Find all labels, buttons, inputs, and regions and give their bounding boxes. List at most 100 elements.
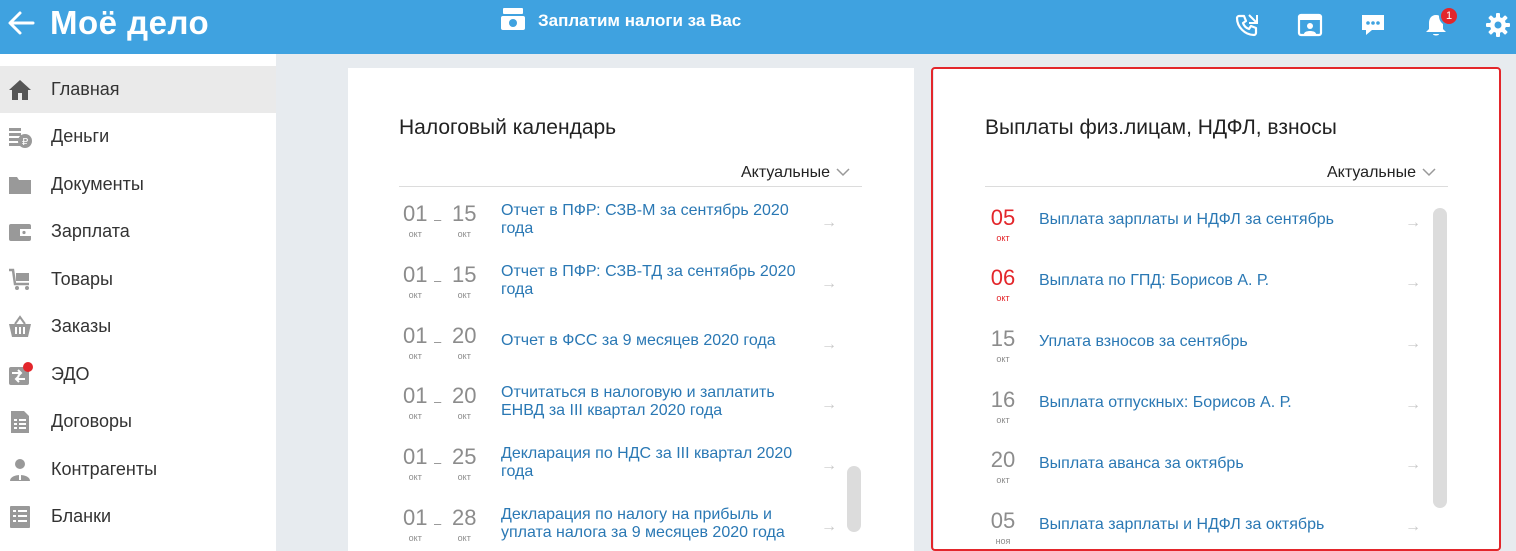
filter-label: Актуальные (741, 164, 830, 181)
arrow-right-icon[interactable]: → (821, 336, 837, 354)
arrow-right-icon[interactable]: → (821, 457, 837, 475)
to-day: 15 (452, 201, 477, 226)
to-day: 20 (452, 383, 477, 408)
arrow-right-icon[interactable]: → (1405, 274, 1421, 292)
chevron-down-icon (836, 164, 850, 182)
sidebar-item-home[interactable]: Главная (0, 66, 276, 113)
scrollbar[interactable] (1433, 208, 1447, 508)
list-item[interactable]: 01 окт – 15 окт Отчет в ПФР: СЗВ-ТД за сен… (399, 263, 849, 319)
arrow-right-icon[interactable]: → (1405, 214, 1421, 232)
sidebar-item-salary[interactable]: Зарплата (0, 208, 276, 255)
list-item[interactable]: 05 окт Выплата зарплаты и НДФЛ за сентябр… (985, 206, 1425, 262)
sidebar-item-contractors[interactable]: Контрагенты (0, 446, 276, 493)
item-title[interactable]: Выплата зарплаты и НДФЛ за октябрь (1039, 516, 1324, 534)
to-day: 28 (452, 505, 477, 530)
card-title: Налоговый календарь (399, 116, 617, 139)
arrow-right-icon[interactable]: → (821, 214, 837, 232)
from-day: 01 (403, 383, 428, 408)
day: 06 (990, 265, 1016, 290)
sidebar-item-label: Контрагенты (51, 459, 158, 479)
arrow-right-icon[interactable]: → (1405, 396, 1421, 414)
sidebar: Главная ₽ Деньги Документы Зарплата Това… (0, 54, 276, 551)
list-item[interactable]: 01 окт – 15 окт Отчет в ПФР: СЗВ-М за сент… (399, 202, 849, 258)
range-dash: – (434, 273, 442, 288)
chevron-down-icon (1422, 164, 1436, 182)
list-item[interactable]: 01 окт – 20 окт Отчитаться в налоговую и з… (399, 384, 849, 440)
arrow-right-icon[interactable]: → (1405, 518, 1421, 536)
banner-title: Заплатим налоги за Вас (538, 11, 742, 30)
list-item[interactable]: 06 окт Выплата по ГПД: Борисов А. Р. → (985, 266, 1425, 322)
chat-icon[interactable] (1358, 10, 1388, 40)
wallet-icon (6, 218, 34, 246)
item-title[interactable]: Уплата взносов за сентябрь (1039, 333, 1248, 351)
list-item[interactable]: 01 окт – 25 окт Декларация по НДС за III к… (399, 445, 849, 501)
filter-dropdown[interactable]: Актуальные (1327, 164, 1436, 182)
list-item[interactable]: 05 ноя Выплата зарплаты и НДФЛ за октябрь… (985, 509, 1425, 551)
to-month: окт (457, 533, 471, 543)
day: 05 (990, 508, 1016, 533)
item-title[interactable]: Декларация по НДС за III квартал 2020 год… (501, 445, 792, 481)
sidebar-item-money[interactable]: ₽ Деньги (0, 113, 276, 160)
item-title[interactable]: Отчитаться в налоговую и заплатить ЕНВД з… (501, 384, 775, 420)
sidebar-item-label: Деньги (51, 126, 110, 146)
list-item[interactable]: 20 окт Выплата аванса за октябрь → (985, 448, 1425, 504)
settings-gear-icon[interactable] (1483, 10, 1513, 40)
app-logo[interactable]: Моё дело (50, 3, 209, 43)
pay-taxes-banner[interactable]: Заплатим налоги за Вас (500, 6, 741, 36)
item-title[interactable]: Выплата отпускных: Борисов А. Р. (1039, 394, 1292, 412)
arrow-right-icon[interactable]: → (1405, 456, 1421, 474)
range-dash: – (434, 212, 442, 227)
cart-icon (6, 266, 34, 294)
sidebar-item-contracts[interactable]: Договоры (0, 398, 276, 445)
top-header: Моё дело Заплатим налоги за Вас 1 (0, 0, 1516, 54)
to-month: окт (457, 351, 471, 361)
item-title[interactable]: Отчет в ФСС за 9 месяцев 2020 года (501, 332, 776, 350)
arrow-right-icon[interactable]: → (1405, 335, 1421, 353)
month: ноя (995, 536, 1011, 546)
from-month: окт (408, 411, 422, 421)
sidebar-item-goods[interactable]: Товары (0, 256, 276, 303)
to-month: окт (457, 229, 471, 239)
edo-icon (6, 361, 34, 389)
to-month: окт (457, 290, 471, 300)
calendar-window-icon[interactable] (1295, 10, 1325, 40)
sidebar-item-label: ЭДО (51, 364, 90, 384)
arrow-right-icon[interactable]: → (821, 518, 837, 536)
item-title[interactable]: Отчет в ПФР: СЗВ-М за сентябрь 2020 года (501, 202, 789, 238)
scrollbar[interactable] (847, 466, 861, 532)
month: окт (996, 475, 1010, 485)
list-item[interactable]: 01 окт – 28 окт Декларация по налогу на пр… (399, 506, 849, 551)
basket-icon (6, 313, 34, 341)
filter-dropdown[interactable]: Актуальные (741, 164, 850, 182)
item-title[interactable]: Выплата аванса за октябрь (1039, 455, 1244, 473)
money-icon: ₽ (6, 123, 34, 151)
to-day: 25 (452, 444, 477, 469)
sidebar-item-edo[interactable]: ЭДО (0, 351, 276, 398)
sidebar-item-documents[interactable]: Документы (0, 161, 276, 208)
sidebar-item-label: Бланки (51, 506, 111, 526)
person-icon (6, 456, 34, 484)
from-month: окт (408, 229, 422, 239)
range-dash: – (434, 334, 442, 349)
payments-card: Выплаты физ.лицам, НДФЛ, взносы Актуальн… (934, 68, 1500, 551)
phone-icon[interactable] (1232, 10, 1262, 40)
from-day: 01 (403, 505, 428, 530)
list-item[interactable]: 01 окт – 20 окт Отчет в ФСС за 9 месяцев 2… (399, 324, 849, 380)
svg-text:₽: ₽ (22, 137, 29, 148)
item-title[interactable]: Выплата по ГПД: Борисов А. Р. (1039, 272, 1269, 290)
notification-bell-icon[interactable]: 1 (1421, 6, 1459, 40)
sidebar-item-label: Заказы (51, 316, 112, 336)
home-icon (6, 76, 34, 104)
item-title[interactable]: Выплата зарплаты и НДФЛ за сентябрь (1039, 211, 1334, 229)
list-item[interactable]: 15 окт Уплата взносов за сентябрь → (985, 327, 1425, 383)
from-day: 01 (403, 444, 428, 469)
cash-register-icon (500, 6, 526, 37)
item-title[interactable]: Отчет в ПФР: СЗВ-ТД за сентябрь 2020 года (501, 263, 795, 299)
sidebar-item-forms[interactable]: Бланки (0, 493, 276, 540)
back-arrow-icon[interactable] (6, 8, 36, 38)
arrow-right-icon[interactable]: → (821, 275, 837, 293)
list-item[interactable]: 16 окт Выплата отпускных: Борисов А. Р. → (985, 388, 1425, 444)
sidebar-item-orders[interactable]: Заказы (0, 303, 276, 350)
item-title[interactable]: Декларация по налогу на прибыль и уплата … (501, 506, 785, 542)
arrow-right-icon[interactable]: → (821, 396, 837, 414)
